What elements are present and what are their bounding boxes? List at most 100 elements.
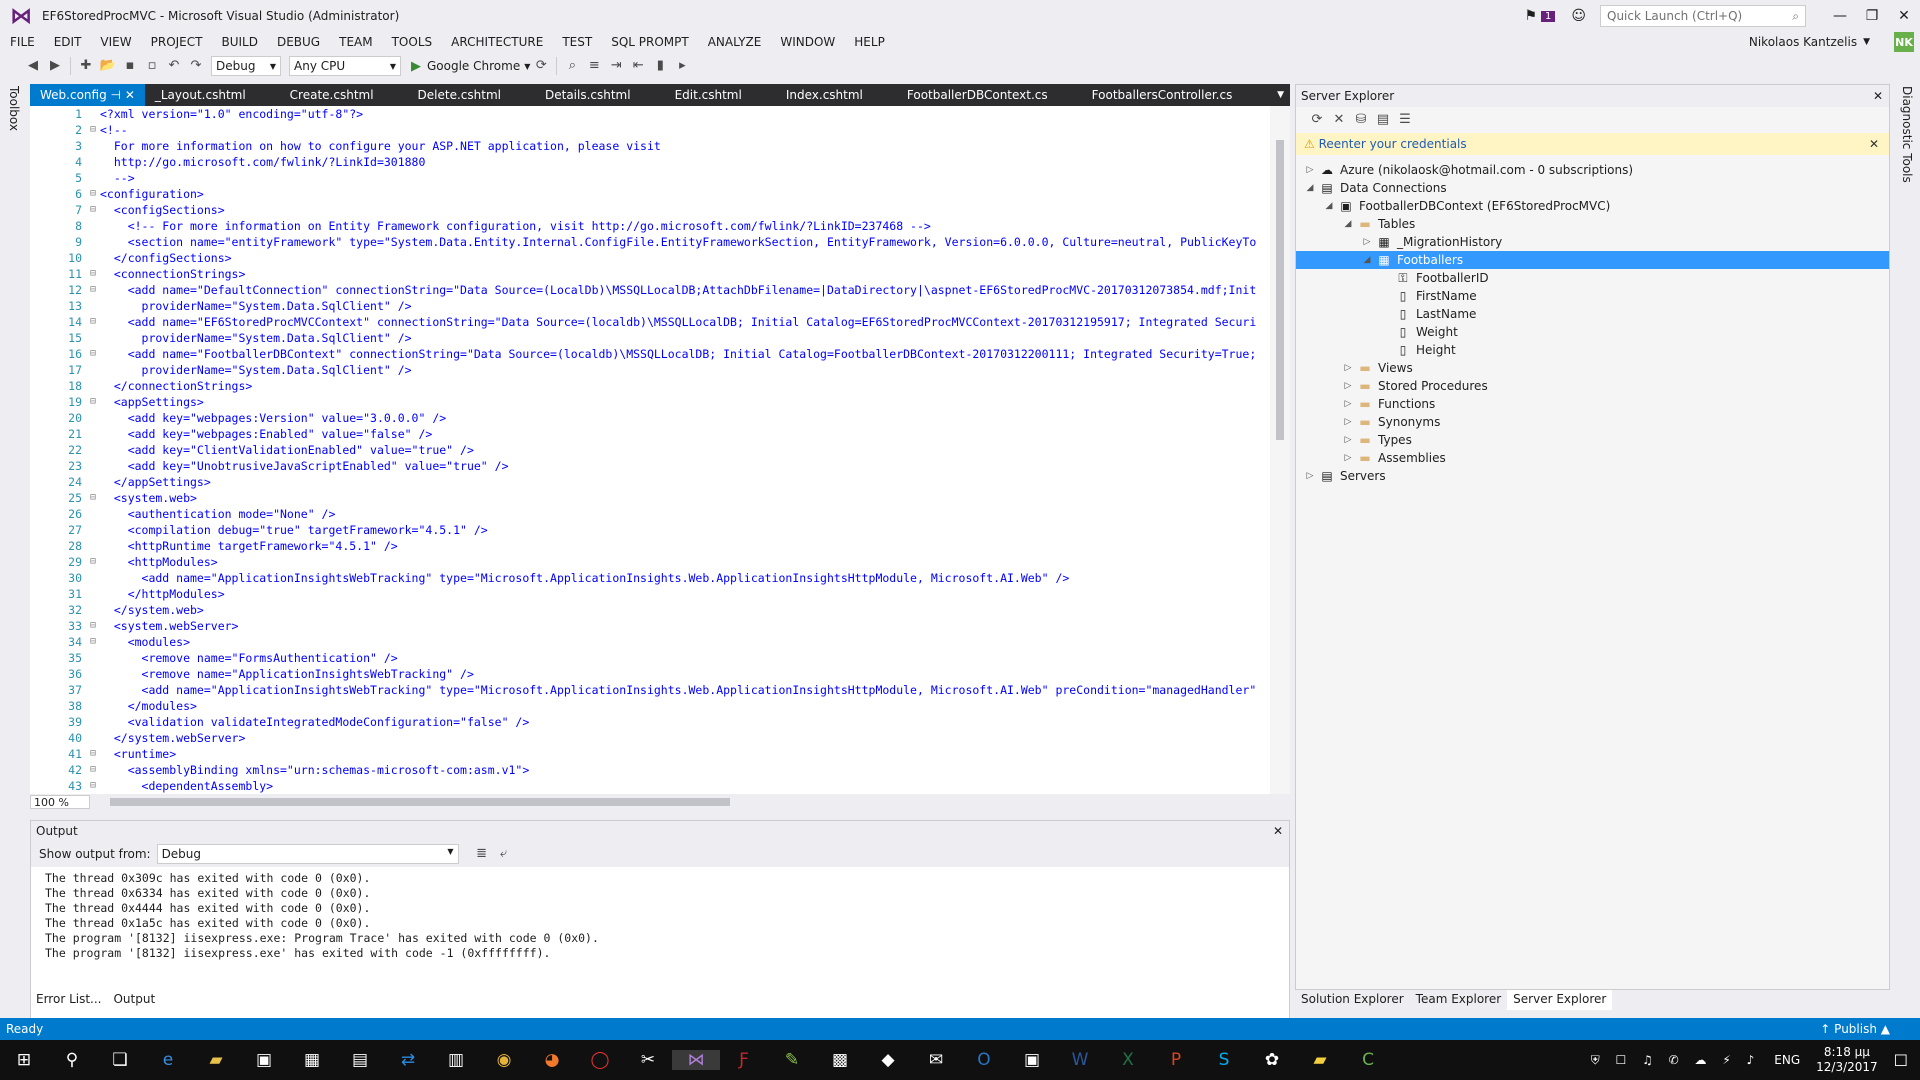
- pin-icon[interactable]: ⊣: [111, 88, 121, 102]
- code-text[interactable]: <!--: [100, 122, 128, 138]
- menu-view[interactable]: VIEW: [100, 35, 131, 49]
- code-line[interactable]: 7 ⊟ <configSections>: [30, 202, 1270, 218]
- expand-arrow-icon[interactable]: ◢: [1302, 183, 1318, 193]
- fold-toggle-icon[interactable]: ⊟: [86, 490, 100, 506]
- code-line[interactable]: 1 <?xml version="1.0" encoding="utf-8"?>: [30, 106, 1270, 122]
- task-view-icon[interactable]: ❏: [96, 1050, 144, 1070]
- properties-icon[interactable]: ☰: [1394, 110, 1416, 130]
- tree-node-label[interactable]: Functions: [1378, 397, 1435, 411]
- tree-node-label[interactable]: Azure (nikolaosk@hotmail.com - 0 subscri…: [1340, 163, 1633, 177]
- fold-toggle-icon[interactable]: [86, 650, 100, 666]
- code-line[interactable]: 41 ⊟ <runtime>: [30, 746, 1270, 762]
- expand-arrow-icon[interactable]: ▷: [1302, 471, 1318, 481]
- notification-flag-icon[interactable]: ⚑: [1524, 8, 1537, 24]
- fold-toggle-icon[interactable]: [86, 378, 100, 394]
- fold-toggle-icon[interactable]: [86, 586, 100, 602]
- fold-toggle-icon[interactable]: ⊟: [86, 618, 100, 634]
- skype-icon[interactable]: S: [1200, 1050, 1248, 1070]
- code-editor[interactable]: 1 <?xml version="1.0" encoding="utf-8"?> 2…: [30, 106, 1290, 810]
- tree-node[interactable]: ◢ ▤ Data Connections: [1296, 179, 1889, 197]
- browser-select[interactable]: Google Chrome: [427, 59, 520, 73]
- code-line[interactable]: 6 ⊟ <configuration>: [30, 186, 1270, 202]
- code-line[interactable]: 36 <remove name="ApplicationInsightsWebT…: [30, 666, 1270, 682]
- save-icon[interactable]: ▪: [119, 56, 141, 76]
- fold-toggle-icon[interactable]: [86, 426, 100, 442]
- expand-arrow-icon[interactable]: ▷: [1340, 435, 1356, 445]
- tree-node-label[interactable]: Types: [1378, 433, 1412, 447]
- fold-toggle-icon[interactable]: [86, 666, 100, 682]
- fold-toggle-icon[interactable]: [86, 410, 100, 426]
- store-icon[interactable]: ▣: [240, 1050, 288, 1070]
- fold-toggle-icon[interactable]: ⊟: [86, 122, 100, 138]
- code-text[interactable]: <add key="webpages:Enabled" value="false…: [100, 426, 433, 442]
- code-line[interactable]: 26 <authentication mode="None" />: [30, 506, 1270, 522]
- firefox-icon[interactable]: ◕: [528, 1050, 576, 1070]
- fold-toggle-icon[interactable]: ⊟: [86, 554, 100, 570]
- tab-edit[interactable]: Edit.cshtml: [665, 84, 752, 106]
- code-text[interactable]: <add name="ApplicationInsightsWebTrackin…: [100, 570, 1070, 586]
- solution-platform-select[interactable]: Any CPU ▼: [289, 56, 401, 76]
- windows-start-icon[interactable]: ⊞: [0, 1050, 48, 1070]
- fold-toggle-icon[interactable]: [86, 138, 100, 154]
- calculator-icon[interactable]: ▦: [288, 1050, 336, 1070]
- fold-toggle-icon[interactable]: ⊟: [86, 746, 100, 762]
- expand-arrow-icon[interactable]: ◢: [1359, 255, 1375, 265]
- code-line[interactable]: 10 </configSections>: [30, 250, 1270, 266]
- outdent-icon[interactable]: ⇤: [627, 56, 649, 76]
- app-icon[interactable]: ▩: [816, 1050, 864, 1070]
- menu-team[interactable]: TEAM: [339, 35, 372, 49]
- code-line[interactable]: 19 ⊟ <appSettings>: [30, 394, 1270, 410]
- tree-node-label[interactable]: Assemblies: [1378, 451, 1446, 465]
- notepad-plus-icon[interactable]: ✎: [768, 1050, 816, 1070]
- expand-arrow-icon[interactable]: ◢: [1321, 201, 1337, 211]
- tab-details[interactable]: Details.cshtml: [535, 84, 641, 106]
- code-text[interactable]: </modules>: [100, 698, 197, 714]
- fold-toggle-icon[interactable]: [86, 170, 100, 186]
- fold-toggle-icon[interactable]: [86, 234, 100, 250]
- code-line[interactable]: 35 <remove name="FormsAuthentication" />: [30, 650, 1270, 666]
- code-lines[interactable]: 1 <?xml version="1.0" encoding="utf-8"?> 2…: [30, 106, 1270, 796]
- fold-toggle-icon[interactable]: ⊟: [86, 202, 100, 218]
- tree-node-label[interactable]: FootballerDBContext (EF6StoredProcMVC): [1359, 199, 1610, 213]
- code-text[interactable]: providerName="System.Data.SqlClient" />: [100, 362, 412, 378]
- chevron-down-icon[interactable]: ▼: [1863, 37, 1870, 47]
- expand-arrow-icon[interactable]: ▷: [1340, 381, 1356, 391]
- code-line[interactable]: 3 For more information on how to configu…: [30, 138, 1270, 154]
- code-line[interactable]: 38 </modules>: [30, 698, 1270, 714]
- menu-debug[interactable]: DEBUG: [277, 35, 320, 49]
- tree-node-label[interactable]: LastName: [1416, 307, 1476, 321]
- fold-toggle-icon[interactable]: ⊟: [86, 282, 100, 298]
- code-text[interactable]: <httpRuntime targetFramework="4.5.1" />: [100, 538, 398, 554]
- redo-icon[interactable]: ↷: [185, 56, 207, 76]
- visual-studio-icon[interactable]: ⋈: [672, 1050, 720, 1070]
- save-all-icon[interactable]: ▫: [141, 56, 163, 76]
- tree-node[interactable]: ▷ ☁ Azure (nikolaosk@hotmail.com - 0 subsc…: [1296, 161, 1889, 179]
- start-debugging-icon[interactable]: ▶: [411, 59, 421, 74]
- tab-overflow-icon[interactable]: ▼: [1277, 90, 1284, 100]
- menu-tools[interactable]: TOOLS: [392, 35, 433, 49]
- menu-architecture[interactable]: ARCHITECTURE: [451, 35, 543, 49]
- undo-icon[interactable]: ↶: [163, 56, 185, 76]
- tree-node-label[interactable]: Views: [1378, 361, 1413, 375]
- code-line[interactable]: 4 http://go.microsoft.com/fwlink/?LinkId…: [30, 154, 1270, 170]
- reenter-credentials-link[interactable]: Reenter your credentials: [1319, 137, 1467, 151]
- menu-test[interactable]: TEST: [562, 35, 592, 49]
- comment-icon[interactable]: ≡: [583, 56, 605, 76]
- tree-node-label[interactable]: Data Connections: [1340, 181, 1447, 195]
- app-icon[interactable]: ▣: [1008, 1050, 1056, 1070]
- output-source-select[interactable]: Debug ▼: [156, 844, 459, 864]
- code-line[interactable]: 21 <add key="webpages:Enabled" value="fa…: [30, 426, 1270, 442]
- code-text[interactable]: <section name="entityFramework" type="Sy…: [100, 234, 1257, 250]
- word-icon[interactable]: W: [1056, 1050, 1104, 1070]
- menu-window[interactable]: WINDOW: [780, 35, 835, 49]
- fold-toggle-icon[interactable]: ⊟: [86, 634, 100, 650]
- fold-toggle-icon[interactable]: [86, 538, 100, 554]
- code-line[interactable]: 40 </system.webServer>: [30, 730, 1270, 746]
- indent-icon[interactable]: ⇥: [605, 56, 627, 76]
- code-line[interactable]: 29 ⊟ <httpModules>: [30, 554, 1270, 570]
- expand-arrow-icon[interactable]: ▷: [1359, 237, 1375, 247]
- avatar[interactable]: NK: [1894, 32, 1914, 52]
- teamviewer-icon[interactable]: ⇄: [384, 1050, 432, 1070]
- close-icon[interactable]: ✕: [1273, 824, 1283, 838]
- app-icon[interactable]: ▤: [336, 1050, 384, 1070]
